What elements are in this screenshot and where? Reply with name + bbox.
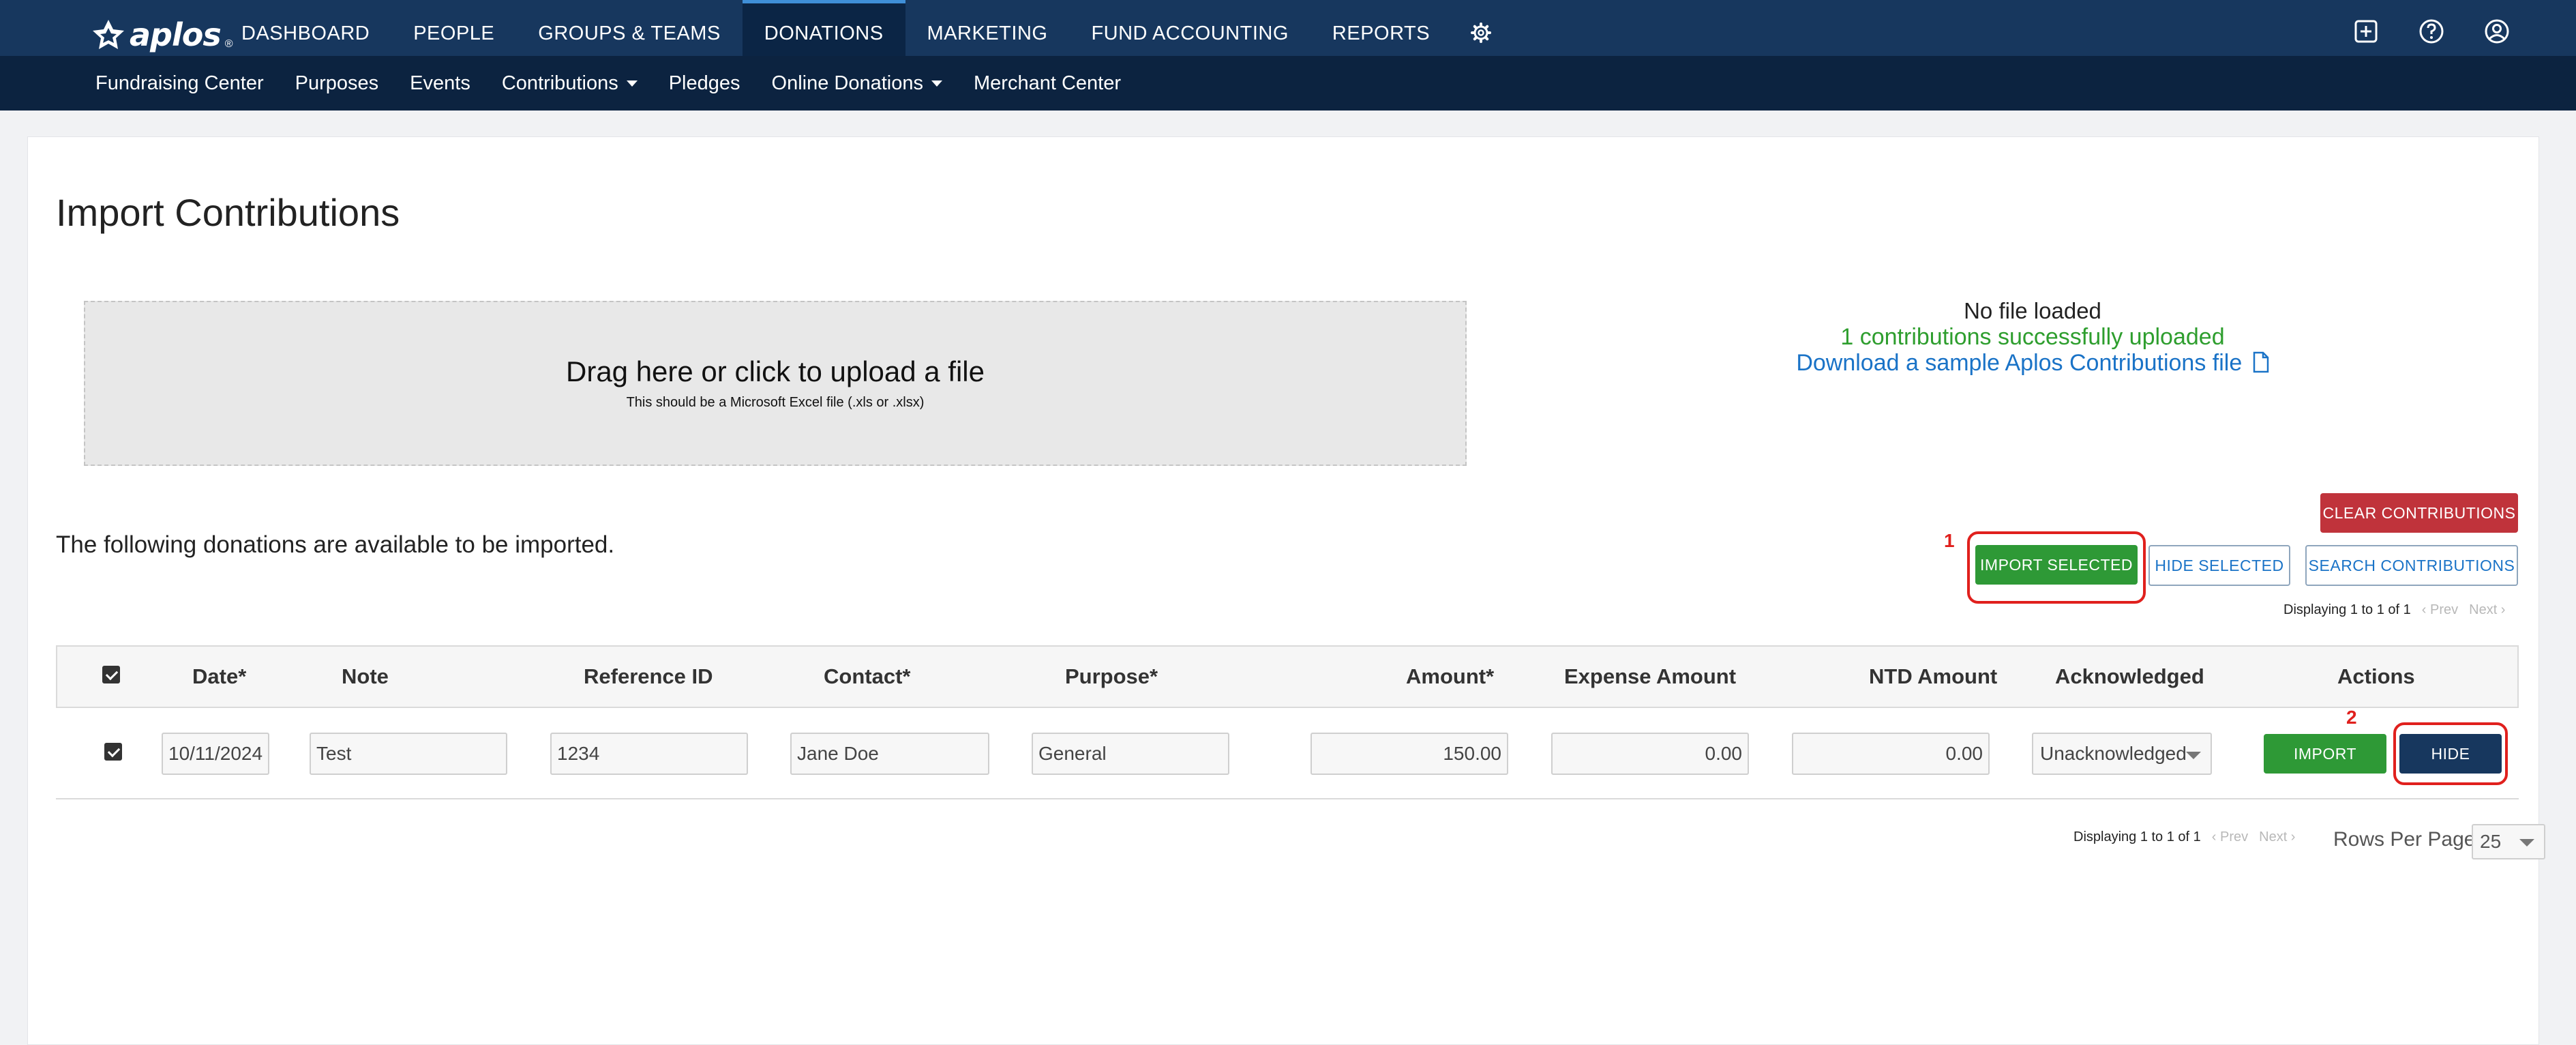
file-status: No file loaded 1 contributions successfu… [1637, 298, 2428, 376]
rows-per-page-value: 25 [2480, 831, 2502, 852]
subnav-label: Online Donations [771, 72, 923, 94]
rows-per-page-select[interactable]: 25 [2472, 824, 2545, 859]
paging-next[interactable]: Next › [2259, 829, 2295, 845]
no-file-loaded-text: No file loaded [1964, 298, 2101, 323]
top-nav-bar: aplos ® DASHBOARD PEOPLE GROUPS & TEAMS … [0, 0, 2576, 56]
clear-contributions-button[interactable]: CLEAR CONTRIBUTIONS [2320, 493, 2518, 533]
paging-prev[interactable]: ‹ Prev [2212, 829, 2248, 845]
nav-marketing[interactable]: MARKETING [905, 0, 1070, 56]
purpose-field[interactable] [1032, 733, 1229, 775]
paging-text: Displaying 1 to 1 of 1 [2283, 602, 2411, 617]
annotation-number-1: 1 [1944, 530, 1955, 551]
col-ntd-amount[interactable]: NTD Amount [1869, 647, 1997, 707]
subnav-label: Purposes [295, 72, 379, 94]
row-import-button[interactable]: IMPORT [2264, 734, 2386, 774]
acknowledged-select[interactable]: Unacknowledged [2032, 733, 2212, 775]
acknowledged-value: Unacknowledged [2040, 743, 2187, 764]
file-upload-dropzone[interactable]: Drag here or click to upload a file This… [84, 301, 1467, 466]
amount-field[interactable] [1311, 733, 1508, 775]
subnav-pledges[interactable]: Pledges [669, 72, 772, 95]
nav-reports[interactable]: REPORTS [1311, 0, 1452, 56]
contact-field[interactable] [790, 733, 989, 775]
search-contributions-button[interactable]: SEARCH CONTRIBUTIONS [2305, 545, 2518, 586]
caret-down-icon [931, 80, 942, 87]
col-contact[interactable]: Contact* [824, 647, 910, 707]
col-date[interactable]: Date* [192, 647, 246, 707]
subnav-label: Fundraising Center [95, 72, 264, 94]
nav-donations[interactable]: DONATIONS [742, 0, 905, 56]
col-note[interactable]: Note [342, 647, 389, 707]
download-sample-label: Download a sample Aplos Contributions fi… [1796, 350, 2243, 376]
sub-nav-bar: Fundraising Center Purposes Events Contr… [0, 56, 2576, 111]
subnav-merchant-center[interactable]: Merchant Center [974, 72, 1152, 95]
row-hide-button[interactable]: HIDE [2399, 734, 2502, 774]
col-reference-id[interactable]: Reference ID [584, 647, 713, 707]
table-header: Date* Note Reference ID Contact* Purpose… [56, 645, 2519, 708]
subnav-purposes[interactable]: Purposes [295, 72, 410, 95]
nav-settings[interactable] [1452, 0, 1510, 56]
chevron-down-icon [2519, 839, 2534, 847]
page-title: Import Contributions [56, 191, 400, 234]
main-nav: DASHBOARD PEOPLE GROUPS & TEAMS DONATION… [220, 0, 1510, 56]
chevron-down-icon [2186, 752, 2201, 759]
add-icon[interactable] [2352, 18, 2380, 45]
annotation-number-2: 2 [2346, 707, 2357, 728]
date-field[interactable] [162, 733, 269, 775]
upload-success-text: 1 contributions successfully uploaded [1840, 324, 2225, 350]
paging-next[interactable]: Next › [2469, 602, 2505, 618]
document-icon [2253, 351, 2268, 373]
col-purpose[interactable]: Purpose* [1065, 647, 1158, 707]
caret-down-icon [626, 80, 638, 87]
available-donations-text: The following donations are available to… [56, 531, 615, 558]
gear-icon [1471, 23, 1492, 43]
user-account-icon[interactable] [2483, 18, 2511, 45]
nav-fund-accounting[interactable]: FUND ACCOUNTING [1069, 0, 1310, 56]
nav-groups-teams[interactable]: GROUPS & TEAMS [516, 0, 743, 56]
subnav-label: Events [410, 72, 470, 94]
logo-text: aplos [130, 16, 222, 53]
table-row: Unacknowledged [56, 708, 2519, 799]
reference-id-field[interactable] [550, 733, 748, 775]
col-amount[interactable]: Amount* [1406, 647, 1494, 707]
note-field[interactable] [310, 733, 507, 775]
col-actions: Actions [2337, 664, 2415, 688]
rows-per-page-label: Rows Per Page: [2333, 828, 2481, 851]
pagination-bottom: Displaying 1 to 1 of 1 ‹ Prev Next › [2073, 829, 2295, 845]
subnav-fundraising-center[interactable]: Fundraising Center [95, 72, 295, 95]
download-sample-link[interactable]: Download a sample Aplos Contributions fi… [1637, 350, 2428, 376]
select-all-checkbox[interactable] [102, 666, 120, 683]
hide-selected-button[interactable]: HIDE SELECTED [2148, 545, 2290, 586]
subnav-contributions[interactable]: Contributions [502, 72, 669, 95]
subnav-events[interactable]: Events [410, 72, 502, 95]
subnav-label: Merchant Center [974, 72, 1121, 94]
paging-prev[interactable]: ‹ Prev [2422, 602, 2458, 618]
paging-text: Displaying 1 to 1 of 1 [2073, 829, 2201, 844]
expense-amount-field[interactable] [1551, 733, 1749, 775]
content-panel: Import Contributions Drag here or click … [27, 136, 2545, 1045]
subnav-label: Contributions [501, 72, 618, 94]
row-checkbox[interactable] [104, 743, 122, 761]
top-right-icons [2352, 18, 2511, 45]
sub-nav: Fundraising Center Purposes Events Contr… [95, 56, 1152, 111]
help-icon[interactable] [2418, 18, 2445, 45]
subnav-online-donations[interactable]: Online Donations [772, 72, 974, 95]
pagination-top: Displaying 1 to 1 of 1 ‹ Prev Next › [2283, 602, 2505, 618]
dropzone-subtitle: This should be a Microsoft Excel file (.… [626, 395, 925, 410]
col-expense-amount[interactable]: Expense Amount [1564, 647, 1736, 707]
import-selected-button[interactable]: IMPORT SELECTED [1975, 545, 2138, 585]
nav-people[interactable]: PEOPLE [391, 0, 516, 56]
aplos-logo[interactable]: aplos ® [91, 16, 233, 53]
aplos-logo-icon [93, 20, 124, 49]
col-acknowledged[interactable]: Acknowledged [2055, 647, 2204, 707]
ntd-amount-field[interactable] [1792, 733, 1990, 775]
nav-dashboard[interactable]: DASHBOARD [220, 0, 391, 56]
dropzone-title: Drag here or click to upload a file [566, 355, 985, 387]
subnav-label: Pledges [668, 72, 740, 94]
